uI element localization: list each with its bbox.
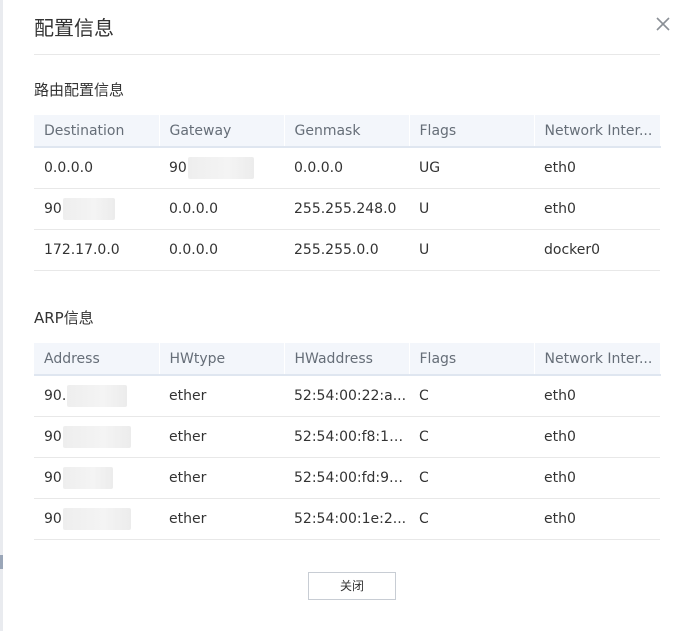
cell-flags: C [409, 457, 534, 499]
arp-section-title: ARP信息 [34, 309, 94, 327]
column-header-flags[interactable]: Flags [409, 343, 535, 376]
cell-interface: eth0 [534, 188, 660, 230]
cell-interface: eth0 [534, 498, 660, 540]
cell-address-text: 90 [44, 429, 62, 445]
cell-hwtype: ether [159, 416, 284, 458]
cell-address-text: 90 [44, 470, 62, 486]
cell-flags: C [409, 498, 534, 540]
cell-address-text: 90. [44, 388, 67, 404]
cell-gateway: 90 [159, 147, 284, 189]
redacted-mask [62, 508, 131, 530]
arp-table-header: Address HWtype HWaddress Flags Network I… [34, 343, 661, 376]
cell-interface: eth0 [534, 457, 660, 499]
cell-address: 90. [34, 375, 159, 417]
cell-gateway-text: 90 [169, 160, 187, 176]
cell-genmask: 255.255.248.0 [284, 188, 409, 230]
cell-genmask: 0.0.0.0 [284, 147, 409, 189]
close-button[interactable]: 关闭 [308, 572, 396, 600]
cell-flags: U [409, 229, 534, 271]
cell-hwaddress: 52:54:00:1e:2... [284, 498, 409, 540]
cell-address: 90 [34, 457, 159, 499]
cell-destination: 0.0.0.0 [34, 147, 159, 189]
cell-flags: C [409, 375, 534, 417]
column-header-gateway[interactable]: Gateway [159, 115, 285, 148]
table-row: 90 0.0.0.0 255.255.248.0 U eth0 [34, 188, 660, 230]
cell-address: 90 [34, 416, 159, 458]
redacted-mask [62, 198, 115, 220]
cell-address: 90 [34, 498, 159, 540]
cell-address-text: 90 [44, 511, 62, 527]
close-icon-glyph [656, 17, 670, 31]
table-row: 90 ether 52:54:00:1e:2... C eth0 [34, 498, 660, 540]
cell-destination: 90 [34, 188, 159, 230]
column-header-network-interface[interactable]: Network Inter... [534, 115, 661, 148]
cell-destination: 172.17.0.0 [34, 229, 159, 271]
column-header-hwaddress[interactable]: HWaddress [284, 343, 410, 376]
cell-hwaddress: 52:54:00:f8:10... [284, 416, 409, 458]
column-header-destination[interactable]: Destination [34, 115, 160, 148]
column-header-genmask[interactable]: Genmask [284, 115, 410, 148]
cell-hwtype: ether [159, 498, 284, 540]
table-row: 172.17.0.0 0.0.0.0 255.255.0.0 U docker0 [34, 229, 660, 271]
cell-gateway: 0.0.0.0 [159, 188, 284, 230]
cell-hwaddress: 52:54:00:22:a... [284, 375, 409, 417]
title-divider [34, 54, 660, 55]
route-table-header: Destination Gateway Genmask Flags Networ… [34, 115, 661, 148]
redacted-mask [62, 426, 131, 448]
cell-interface: eth0 [534, 375, 660, 417]
config-info-dialog: 配置信息 路由配置信息 Destination Gateway Genmask … [3, 0, 694, 631]
cell-gateway: 0.0.0.0 [159, 229, 284, 271]
route-section-title: 路由配置信息 [34, 81, 125, 99]
column-header-hwtype[interactable]: HWtype [159, 343, 285, 376]
cell-flags: C [409, 416, 534, 458]
column-header-network-interface[interactable]: Network Inter... [534, 343, 661, 376]
column-header-flags[interactable]: Flags [409, 115, 535, 148]
cell-interface: eth0 [534, 147, 660, 189]
redacted-mask [62, 467, 113, 489]
column-header-address[interactable]: Address [34, 343, 160, 376]
close-icon[interactable] [653, 14, 673, 34]
cell-hwtype: ether [159, 457, 284, 499]
table-row: 90. ether 52:54:00:22:a... C eth0 [34, 375, 660, 417]
redacted-mask [187, 157, 254, 179]
cell-hwaddress: 52:54:00:fd:9c... [284, 457, 409, 499]
cell-genmask: 255.255.0.0 [284, 229, 409, 271]
route-table: Destination Gateway Genmask Flags Networ… [34, 115, 661, 271]
cell-interface: eth0 [534, 416, 660, 458]
cell-flags: U [409, 188, 534, 230]
cell-destination-text: 90 [44, 201, 62, 217]
table-row: 90 ether 52:54:00:f8:10... C eth0 [34, 416, 660, 458]
redacted-mask [67, 385, 128, 407]
arp-table: Address HWtype HWaddress Flags Network I… [34, 343, 661, 540]
cell-interface: docker0 [534, 229, 660, 271]
cell-flags: UG [409, 147, 534, 189]
cell-hwtype: ether [159, 375, 284, 417]
table-row: 0.0.0.0 90 0.0.0.0 UG eth0 [34, 147, 660, 189]
table-row: 90 ether 52:54:00:fd:9c... C eth0 [34, 457, 660, 499]
dialog-title: 配置信息 [34, 16, 114, 40]
